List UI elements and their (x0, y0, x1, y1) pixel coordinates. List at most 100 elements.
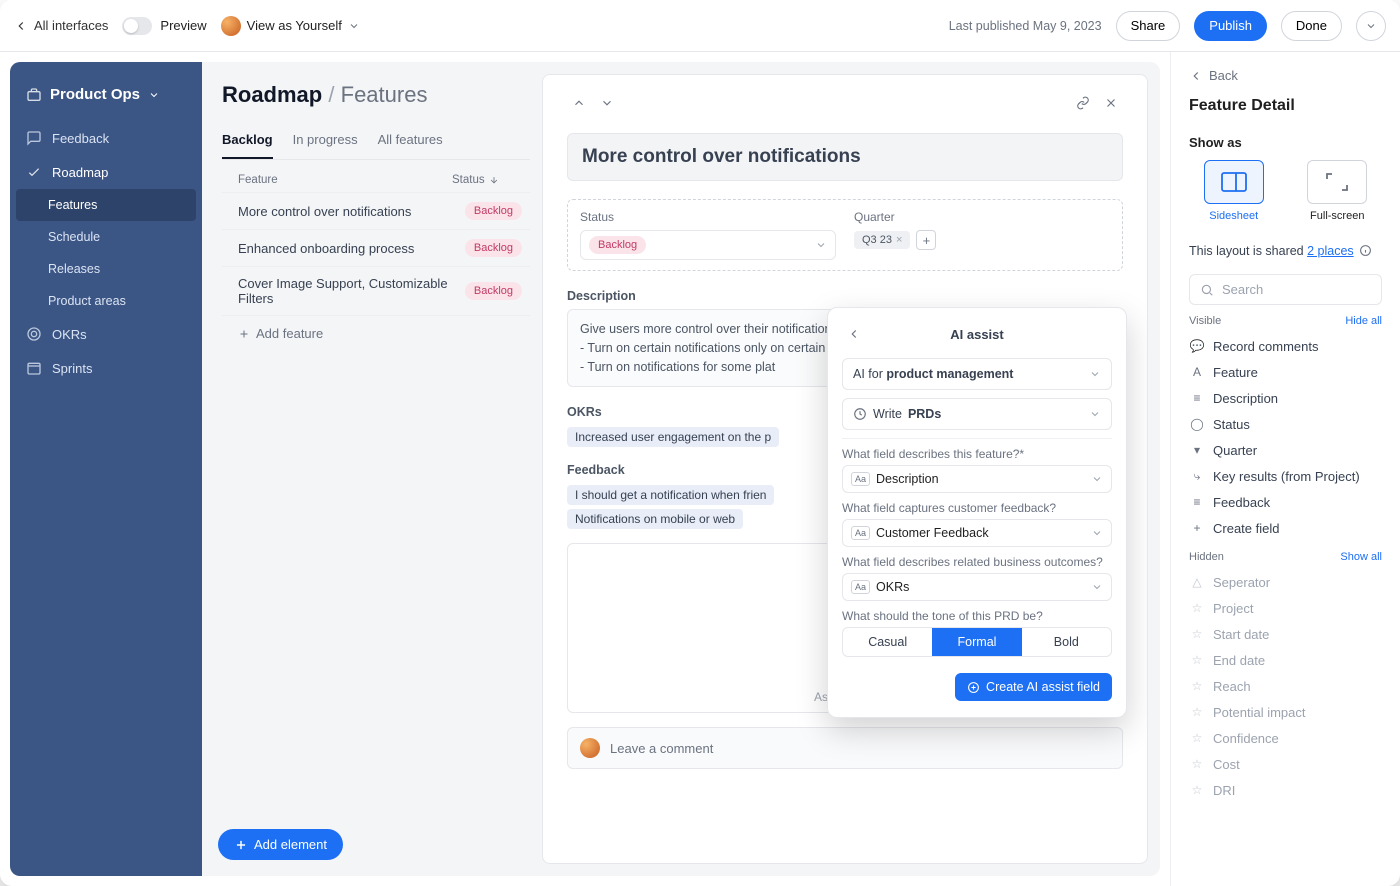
col-feature[interactable]: Feature (238, 174, 452, 186)
ai-q1: What field describes this feature?* (842, 447, 1112, 461)
comments-icon: 💬 (1189, 338, 1205, 354)
rocket-icon (26, 164, 42, 180)
feedback-chip[interactable]: I should get a notification when frien (567, 485, 774, 505)
inspector-back[interactable]: Back (1189, 68, 1382, 83)
briefcase-icon (26, 87, 42, 103)
sidebar-item-schedule[interactable]: Schedule (10, 221, 202, 253)
show-all-link[interactable]: Show all (1340, 551, 1382, 563)
sidebar-item-product-areas[interactable]: Product areas (10, 285, 202, 317)
ai-template-select[interactable]: Write PRDs (842, 398, 1112, 430)
record-title[interactable]: More control over notifications (567, 133, 1123, 181)
field-impact[interactable]: ☆Potential impact (1189, 699, 1382, 725)
tone-segmented[interactable]: Casual Formal Bold (842, 627, 1112, 657)
table-row[interactable]: Enhanced onboarding process Backlog (222, 229, 530, 266)
quarter-label: Quarter (854, 210, 1110, 224)
ai-q3: What field describes related business ou… (842, 555, 1112, 569)
sidebar-item-releases[interactable]: Releases (10, 253, 202, 285)
tone-casual[interactable]: Casual (843, 628, 932, 656)
showas-fullscreen[interactable]: Full-screen (1293, 160, 1383, 222)
sidebar-item-roadmap[interactable]: Roadmap (10, 155, 202, 189)
description-label: Description (567, 289, 1123, 303)
target-icon (26, 326, 42, 342)
field-search[interactable]: Search (1189, 274, 1382, 305)
field-key-results[interactable]: ⤷Key results (from Project) (1189, 463, 1382, 489)
ai-category-select[interactable]: AI for product management (842, 358, 1112, 390)
comment-input[interactable]: Leave a comment (567, 727, 1123, 769)
view-as-dropdown[interactable]: View as Yourself (221, 16, 360, 36)
plus-icon: + (1189, 520, 1205, 536)
field-feedback[interactable]: ≡Feedback (1189, 489, 1382, 515)
showas-label: Show as (1189, 135, 1382, 150)
tab-in-progress[interactable]: In progress (293, 124, 358, 159)
create-field[interactable]: +Create field (1189, 515, 1382, 541)
view-as-label: View as Yourself (247, 18, 342, 33)
create-ai-field-button[interactable]: Create AI assist field (955, 673, 1112, 701)
ai-field-description[interactable]: AaDescription (842, 465, 1112, 493)
status-badge: Backlog (465, 239, 522, 257)
okr-chip[interactable]: Increased user engagement on the p (567, 427, 779, 447)
close-detail[interactable] (1099, 91, 1123, 115)
status-select[interactable]: Backlog (580, 230, 836, 260)
feedback-icon (26, 130, 42, 146)
share-button[interactable]: Share (1116, 11, 1181, 41)
ai-field-okrs[interactable]: AaOKRs (842, 573, 1112, 601)
table-row[interactable]: Cover Image Support, Customizable Filter… (222, 266, 530, 315)
field-end-date[interactable]: ☆End date (1189, 647, 1382, 673)
field-confidence[interactable]: ☆Confidence (1189, 725, 1382, 751)
quarter-tag[interactable]: Q3 23× (854, 231, 910, 249)
overflow-menu[interactable] (1356, 11, 1386, 41)
copy-link[interactable] (1071, 91, 1095, 115)
status-badge: Backlog (465, 202, 522, 220)
link-icon: ≡ (1189, 494, 1205, 510)
tab-backlog[interactable]: Backlog (222, 124, 273, 159)
done-button[interactable]: Done (1281, 11, 1342, 41)
avatar (221, 16, 241, 36)
remove-tag-icon[interactable]: × (896, 234, 902, 246)
preview-label: Preview (160, 18, 206, 33)
select-icon: ▾ (1189, 442, 1205, 458)
next-record[interactable] (595, 91, 619, 115)
field-reach[interactable]: ☆Reach (1189, 673, 1382, 699)
shared-places-link[interactable]: 2 places (1307, 244, 1354, 258)
sidebar: Product Ops Feedback Roadmap Features Sc… (10, 62, 202, 876)
ai-field-feedback[interactable]: AaCustomer Feedback (842, 519, 1112, 547)
field-quarter[interactable]: ▾Quarter (1189, 437, 1382, 463)
sidebar-item-features[interactable]: Features (16, 189, 196, 221)
field-status[interactable]: ◯Status (1189, 411, 1382, 437)
field-dri[interactable]: ☆DRI (1189, 777, 1382, 803)
sidebar-item-feedback[interactable]: Feedback (10, 121, 202, 155)
publish-button[interactable]: Publish (1194, 11, 1267, 41)
ai-q2: What field captures customer feedback? (842, 501, 1112, 515)
table-row[interactable]: More control over notifications Backlog (222, 192, 530, 229)
preview-toggle[interactable] (122, 17, 152, 35)
field-record-comments[interactable]: 💬Record comments (1189, 333, 1382, 359)
sidebar-item-sprints[interactable]: Sprints (10, 351, 202, 385)
add-quarter[interactable]: + (916, 230, 936, 250)
status-icon: ◯ (1189, 416, 1205, 432)
breadcrumb: Roadmap / Features (222, 82, 530, 108)
hide-all-link[interactable]: Hide all (1345, 315, 1382, 327)
field-cost[interactable]: ☆Cost (1189, 751, 1382, 777)
prev-record[interactable] (567, 91, 591, 115)
tone-formal[interactable]: Formal (932, 628, 1021, 656)
tone-bold[interactable]: Bold (1022, 628, 1111, 656)
field-project[interactable]: ☆Project (1189, 595, 1382, 621)
add-feature-button[interactable]: Add feature (222, 315, 530, 351)
status-badge: Backlog (465, 282, 522, 300)
workspace-switcher[interactable]: Product Ops (10, 76, 202, 113)
ai-title: AI assist (866, 327, 1088, 342)
showas-sidesheet[interactable]: Sidesheet (1189, 160, 1279, 222)
col-status[interactable]: Status (452, 174, 522, 186)
field-seperator[interactable]: △Seperator (1189, 569, 1382, 595)
back-all-interfaces[interactable]: All interfaces (14, 18, 108, 33)
field-description[interactable]: ≡Description (1189, 385, 1382, 411)
add-element-button[interactable]: Add element (218, 829, 343, 860)
tab-all-features[interactable]: All features (378, 124, 443, 159)
sidebar-item-okrs[interactable]: OKRs (10, 317, 202, 351)
avatar (580, 738, 600, 758)
feedback-chip[interactable]: Notifications on mobile or web (567, 509, 743, 529)
lookup-icon: ⤷ (1189, 468, 1205, 484)
ai-back[interactable] (842, 322, 866, 346)
field-feature[interactable]: AFeature (1189, 359, 1382, 385)
field-start-date[interactable]: ☆Start date (1189, 621, 1382, 647)
